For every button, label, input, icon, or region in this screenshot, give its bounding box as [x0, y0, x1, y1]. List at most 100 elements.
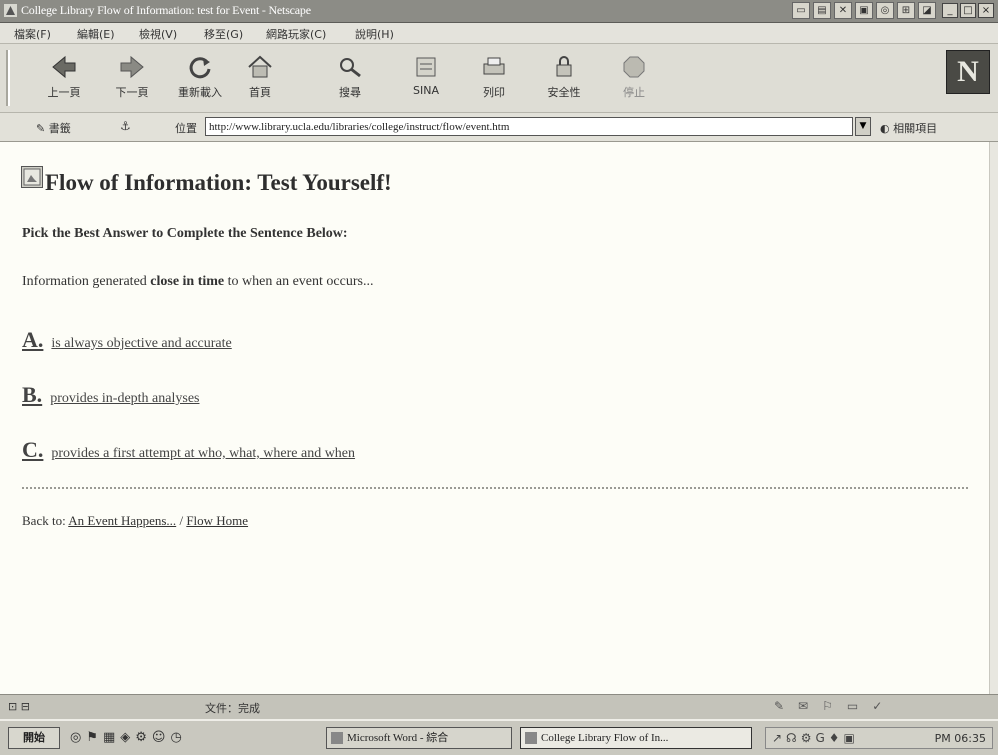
stop-label: 停止 — [623, 86, 645, 99]
related-button[interactable]: ◐ 相關項目 — [880, 120, 937, 136]
quick-launch-icons[interactable]: ◎⚑▦◈⚙☺◷ — [70, 730, 187, 745]
stop-button[interactable]: 停止 — [606, 50, 662, 106]
title-bar: College Library Flow of Information: tes… — [0, 0, 998, 23]
option-b-letter[interactable]: B. — [22, 382, 42, 407]
back-button[interactable]: 上一頁 — [36, 50, 92, 106]
question-text: Information generated close in time to w… — [22, 274, 373, 290]
vertical-scrollbar[interactable] — [989, 142, 998, 694]
tool-icon-5[interactable]: ◎ — [876, 2, 894, 19]
clock: PM 06:35 — [934, 732, 986, 745]
answer-option-c[interactable]: C. provides a first attempt at who, what… — [22, 437, 355, 463]
menu-bar: 檔案(F) 編輯(E) 檢視(V) 移至(G) 網路玩家(C) 說明(H) — [0, 23, 998, 44]
question-pre: Information generated — [22, 274, 151, 289]
menu-file[interactable]: 檔案(F) — [14, 26, 51, 42]
back-label: 上一頁 — [47, 86, 81, 99]
status-text: 文件：完成 — [205, 702, 260, 715]
tool-icon-3[interactable]: ✕ — [834, 2, 852, 19]
menu-view[interactable]: 檢視(V) — [139, 26, 177, 42]
image-placeholder-icon — [23, 168, 41, 186]
close-button[interactable]: × — [978, 3, 994, 18]
location-label: 位置 — [175, 122, 197, 135]
component-bar-icons[interactable]: ✎✉⚐▭✓ — [774, 699, 896, 713]
task-word-label: Microsoft Word - 綜合 — [347, 732, 449, 744]
navigation-toolbar: 上一頁 下一頁 重新載入 首頁 搜尋 SINA 列印 安全性 停止 N — [0, 44, 998, 113]
menu-edit[interactable]: 編輯(E) — [77, 26, 115, 42]
menu-go[interactable]: 移至(G) — [204, 26, 243, 42]
maximize-button[interactable]: □ — [960, 3, 976, 18]
print-icon — [483, 57, 505, 75]
title-tool-icons: ▭ ▤ ✕ ▣ ◎ ⊞ ◪ — [792, 2, 936, 20]
word-app-icon — [331, 732, 343, 744]
back-to-label: Back to: — [22, 513, 66, 528]
stop-icon — [623, 56, 645, 78]
page-image-icon — [21, 166, 43, 188]
option-a-link[interactable]: is always objective and accurate — [51, 336, 231, 351]
url-dropdown-button[interactable]: ▼ — [855, 117, 871, 136]
window-controls: _ □ × — [942, 3, 994, 18]
back-arrow-icon — [52, 55, 76, 79]
toolbar-grip[interactable] — [6, 50, 10, 106]
tool-icon-1[interactable]: ▭ — [792, 2, 810, 19]
back-separator: / — [179, 513, 184, 528]
instruction-text: Pick the Best Answer to Complete the Sen… — [22, 226, 348, 241]
system-tray: ↗☊⚙G♦▣ PM 06:35 — [765, 727, 993, 749]
url-field[interactable] — [205, 117, 853, 136]
print-label: 列印 — [483, 86, 505, 99]
status-bar: ⊡ ⊟ 文件：完成 ✎✉⚐▭✓ — [0, 694, 998, 719]
option-c-letter[interactable]: C. — [22, 437, 43, 462]
menu-help[interactable]: 說明(H) — [355, 26, 394, 42]
security-icon — [556, 56, 572, 77]
netscape-app-icon — [4, 4, 17, 17]
event-happens-link[interactable]: An Event Happens... — [68, 513, 176, 528]
sina-button[interactable]: SINA — [398, 50, 454, 106]
search-button[interactable]: 搜尋 — [322, 50, 378, 106]
option-c-link[interactable]: provides a first attempt at who, what, w… — [51, 446, 355, 461]
forward-button[interactable]: 下一頁 — [104, 50, 160, 106]
security-lock-icon[interactable]: ⊡ ⊟ — [8, 700, 30, 713]
related-icon: ◐ — [880, 122, 894, 135]
search-icon — [340, 58, 361, 78]
bookmarks-label: 書籤 — [48, 122, 71, 135]
home-button[interactable]: 首頁 — [232, 50, 288, 106]
sina-icon — [416, 57, 436, 77]
forward-arrow-icon — [120, 55, 144, 79]
answer-option-b[interactable]: B. provides in-depth analyses — [22, 382, 199, 408]
security-label: 安全性 — [547, 86, 581, 99]
menu-communicator[interactable]: 網路玩家(C) — [266, 26, 326, 42]
back-to-nav: Back to: An Event Happens... / Flow Home — [22, 513, 248, 529]
task-netscape[interactable]: College Library Flow of In... — [520, 727, 752, 749]
bookmark-icon: ✎ — [36, 122, 49, 135]
minimize-button[interactable]: _ — [942, 3, 958, 18]
print-button[interactable]: 列印 — [466, 50, 522, 106]
tool-icon-2[interactable]: ▤ — [813, 2, 831, 19]
page-content: Flow of Information: Test Yourself! Pick… — [0, 142, 998, 694]
tray-icons[interactable]: ↗☊⚙G♦▣ — [772, 731, 859, 745]
reload-button[interactable]: 重新載入 — [172, 50, 228, 106]
netscape-task-icon — [525, 732, 537, 744]
page-proxy-icon[interactable]: ⚓ — [120, 119, 131, 133]
question-emphasis: close in time — [150, 274, 225, 289]
flow-home-link[interactable]: Flow Home — [186, 513, 248, 528]
bookmarks-button[interactable]: ✎ 書籤 — [36, 120, 71, 136]
search-label: 搜尋 — [339, 86, 361, 99]
answer-option-a[interactable]: A. is always objective and accurate — [22, 327, 232, 353]
netscape-logo[interactable]: N — [946, 50, 990, 94]
option-a-letter[interactable]: A. — [22, 327, 43, 352]
sina-label: SINA — [413, 84, 439, 97]
start-button[interactable]: 開始 — [8, 727, 60, 749]
windows-taskbar: 開始 ◎⚑▦◈⚙☺◷ Microsoft Word - 綜合 College L… — [0, 719, 998, 755]
task-word[interactable]: Microsoft Word - 綜合 — [326, 727, 512, 749]
reload-icon — [189, 57, 211, 79]
task-netscape-label: College Library Flow of In... — [541, 732, 669, 744]
option-b-link[interactable]: provides in-depth analyses — [50, 391, 199, 406]
dotted-divider — [22, 487, 968, 489]
forward-label: 下一頁 — [115, 86, 149, 99]
page-heading: Flow of Information: Test Yourself! — [45, 170, 392, 195]
window-title: College Library Flow of Information: tes… — [21, 3, 311, 17]
tool-icon-7[interactable]: ◪ — [918, 2, 936, 19]
tool-icon-4[interactable]: ▣ — [855, 2, 873, 19]
tool-icon-6[interactable]: ⊞ — [897, 2, 915, 19]
home-label: 首頁 — [249, 86, 271, 99]
location-bar: ✎ 書籤 ⚓ 位置 ▼ ◐ 相關項目 — [0, 113, 998, 142]
security-button[interactable]: 安全性 — [536, 50, 592, 106]
